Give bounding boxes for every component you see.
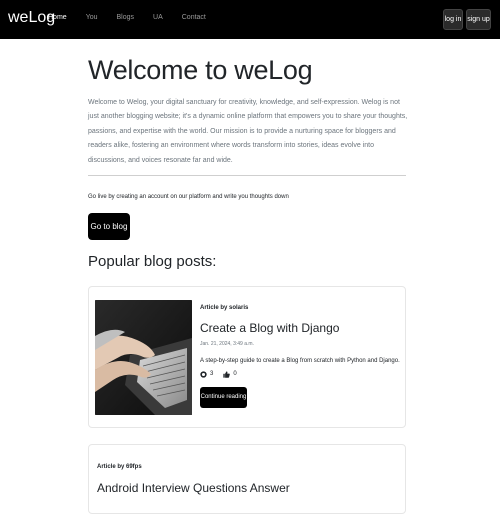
intro-paragraph: Welcome to Welog, your digital sanctuary… bbox=[88, 99, 408, 164]
nav-link-home[interactable]: Home bbox=[48, 13, 67, 23]
nav-links: Home You Blogs UA Contact bbox=[48, 13, 225, 23]
post-stats: 3 0 bbox=[200, 370, 237, 379]
divider bbox=[88, 175, 406, 176]
post-author: Article by 69fps bbox=[97, 464, 142, 470]
login-button[interactable]: log in bbox=[443, 9, 463, 30]
thumbs-up-icon[interactable] bbox=[223, 371, 231, 378]
blog-post-card: Article by 69fps Android Interview Quest… bbox=[88, 444, 406, 514]
continue-reading-button[interactable]: Continue reading bbox=[200, 387, 247, 408]
nav-link-you[interactable]: You bbox=[86, 13, 98, 23]
like-count: 0 bbox=[233, 371, 237, 377]
signup-button[interactable]: sign up bbox=[466, 9, 491, 30]
go-to-blog-button[interactable]: Go to blog bbox=[88, 213, 130, 240]
navbar: weLog Home You Blogs UA Contact log in s… bbox=[0, 0, 500, 39]
nav-link-ua[interactable]: UA bbox=[153, 13, 163, 23]
comment-icon bbox=[200, 371, 207, 378]
page-title: Welcome to weLog bbox=[88, 55, 313, 85]
post-date: Jan. 21, 2024, 3:49 a.m. bbox=[200, 341, 254, 347]
blog-post-card: Article by solaris Create a Blog with Dj… bbox=[88, 286, 406, 428]
comment-count: 3 bbox=[210, 371, 214, 377]
nav-link-contact[interactable]: Contact bbox=[182, 13, 206, 23]
post-thumbnail-image bbox=[95, 300, 192, 415]
nav-link-blogs[interactable]: Blogs bbox=[117, 13, 135, 23]
post-author: Article by solaris bbox=[200, 305, 249, 311]
post-title[interactable]: Android Interview Questions Answer bbox=[97, 481, 290, 496]
post-description: A step-by-step guide to create a Blog fr… bbox=[200, 358, 400, 364]
cta-text: Go live by creating an account on our pl… bbox=[88, 194, 289, 200]
popular-posts-heading: Popular blog posts: bbox=[88, 253, 217, 270]
post-title[interactable]: Create a Blog with Django bbox=[200, 321, 339, 336]
